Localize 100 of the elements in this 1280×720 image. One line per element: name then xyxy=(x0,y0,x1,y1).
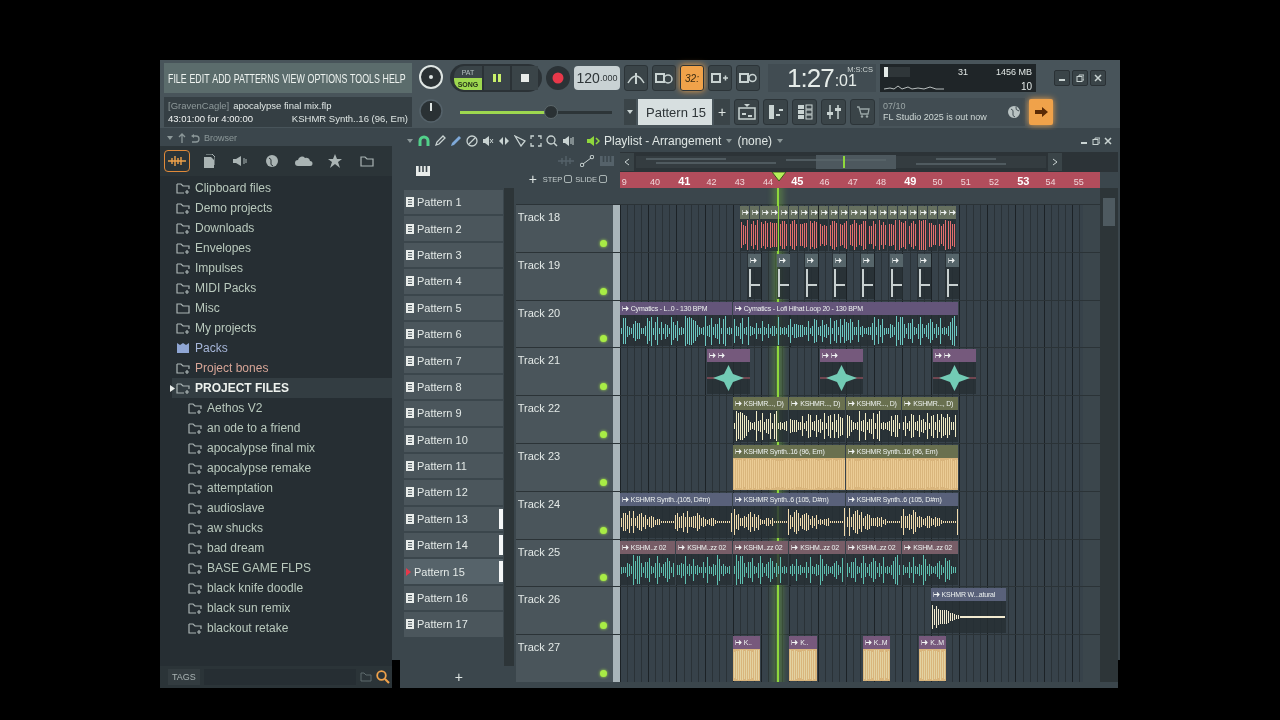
audio-clip[interactable] xyxy=(707,349,751,395)
caret-icon[interactable] xyxy=(406,138,414,144)
toggle-button[interactable] xyxy=(624,65,648,91)
menu-item[interactable]: FILE xyxy=(168,70,187,86)
next-button[interactable] xyxy=(1029,99,1053,125)
pattern-clip[interactable] xyxy=(907,206,917,251)
slider-thumb[interactable] xyxy=(544,105,559,119)
track-enable-button[interactable] xyxy=(599,478,607,486)
track-enable-button[interactable] xyxy=(599,383,607,391)
browser-item[interactable]: an ode to a friend xyxy=(172,418,392,438)
pattern-clip[interactable] xyxy=(898,206,907,251)
pattern-item[interactable]: Pattern 9 xyxy=(404,401,503,426)
automation-clip[interactable] xyxy=(861,253,875,299)
pattern-item[interactable]: Pattern 15 xyxy=(404,559,503,584)
stop-button[interactable] xyxy=(512,66,538,90)
record-button[interactable] xyxy=(546,66,570,90)
menu-item[interactable]: ADD xyxy=(212,70,231,86)
pattern-item[interactable]: Pattern 2 xyxy=(404,216,503,241)
pattern-clip[interactable] xyxy=(917,206,927,251)
pattern-clip[interactable] xyxy=(927,206,937,251)
expand-arrow-icon[interactable] xyxy=(170,385,175,392)
pattern-clip[interactable] xyxy=(779,206,789,251)
slice-icon[interactable] xyxy=(514,135,526,147)
pattern-item[interactable]: Pattern 1 xyxy=(404,190,503,215)
tempo-field[interactable]: 120.000 xyxy=(574,66,620,90)
track-header[interactable]: Track 26 xyxy=(515,587,613,635)
pattern-clip[interactable] xyxy=(818,206,828,251)
track-enable-button[interactable] xyxy=(599,526,607,534)
menu-item[interactable]: HELP xyxy=(382,70,406,86)
pattern-clip[interactable] xyxy=(858,206,868,251)
automation-clip[interactable] xyxy=(833,253,847,299)
add-pattern-button[interactable]: + xyxy=(714,99,730,125)
brush-icon[interactable] xyxy=(450,135,462,147)
pattern-item[interactable]: Pattern 17 xyxy=(404,612,503,637)
window-button[interactable] xyxy=(763,99,788,125)
automation-clip[interactable] xyxy=(748,253,762,299)
select-icon[interactable] xyxy=(530,135,542,147)
toggle-button[interactable]: 32: xyxy=(680,65,704,91)
pattern-item[interactable]: Pattern 4 xyxy=(404,269,503,294)
pattern-item[interactable]: Pattern 7 xyxy=(404,348,503,373)
speaker-icon[interactable] xyxy=(586,135,600,147)
browser-item[interactable]: Project bones xyxy=(172,358,392,378)
browser-item[interactable]: Aethos V2 xyxy=(172,398,392,418)
shop-button[interactable] xyxy=(850,99,875,125)
automation-clip[interactable] xyxy=(804,253,818,299)
pattern-clip[interactable] xyxy=(848,206,858,251)
track-header[interactable]: Track 24 xyxy=(515,491,613,539)
browser-item[interactable]: black sun remix xyxy=(172,598,392,618)
browser-item[interactable]: My projects xyxy=(172,318,392,338)
pattern-item[interactable]: Pattern 12 xyxy=(404,480,503,505)
track-header[interactable]: Track 20 xyxy=(515,300,613,348)
caret-icon[interactable] xyxy=(166,135,174,141)
browser-item[interactable]: Envelopes xyxy=(172,238,392,258)
slip-icon[interactable] xyxy=(498,135,510,147)
close-button[interactable] xyxy=(1090,70,1106,86)
browser-item[interactable]: Clipboard files xyxy=(172,178,392,198)
track-header[interactable]: Track 18 xyxy=(515,205,613,252)
browser-item[interactable]: black knife doodle xyxy=(172,578,392,598)
toggle-button[interactable] xyxy=(708,65,732,91)
pattern-item[interactable]: Pattern 10 xyxy=(404,427,503,452)
pattern-item[interactable]: Pattern 6 xyxy=(404,321,503,347)
toggle-button[interactable] xyxy=(652,65,676,91)
track-header[interactable]: Track 21 xyxy=(515,348,613,396)
pattern-clip[interactable] xyxy=(799,206,809,251)
add-pattern-button[interactable]: + xyxy=(404,665,514,688)
browser-item[interactable]: aw shucks xyxy=(172,518,392,538)
automation-clip[interactable] xyxy=(776,253,790,299)
pause-button[interactable] xyxy=(484,66,510,90)
pattern-clip[interactable] xyxy=(759,206,769,251)
window-button[interactable] xyxy=(821,99,846,125)
pattern-item[interactable]: Pattern 3 xyxy=(404,242,503,268)
track-enable-button[interactable] xyxy=(599,431,607,438)
pattern-clip[interactable] xyxy=(937,206,947,251)
track-enable-button[interactable] xyxy=(599,574,607,582)
news-headline[interactable]: FL Studio 2025 is out now xyxy=(883,112,987,123)
pattern-clip[interactable] xyxy=(838,206,848,251)
restore-button[interactable] xyxy=(1072,70,1088,86)
track-enable-button[interactable] xyxy=(599,239,607,247)
browser-item[interactable]: Impulses xyxy=(172,258,392,278)
magnet-icon[interactable] xyxy=(418,135,430,147)
pattern-item[interactable]: Pattern 16 xyxy=(404,585,503,611)
browser-item[interactable]: blackout retake xyxy=(172,618,392,638)
browser-item[interactable]: PROJECT FILES xyxy=(172,378,392,398)
pitch-knob[interactable] xyxy=(418,98,444,124)
browser-tab[interactable] xyxy=(164,150,190,172)
pattern-clip[interactable] xyxy=(868,206,878,251)
pattern-clip[interactable] xyxy=(789,206,799,251)
menu-item[interactable]: EDIT xyxy=(189,70,210,86)
browser-item[interactable]: apocalypse remake xyxy=(172,458,392,478)
window-button[interactable] xyxy=(792,99,817,125)
track-header[interactable]: Track 19 xyxy=(515,252,613,300)
scroll-left-button[interactable] xyxy=(619,153,634,171)
pattern-menu-button[interactable] xyxy=(624,99,636,125)
toggle-button[interactable] xyxy=(736,65,760,91)
pattern-item[interactable]: Pattern 5 xyxy=(404,295,503,320)
up-arrow-icon[interactable] xyxy=(178,133,186,143)
playback-icon[interactable] xyxy=(562,135,574,147)
browser-item[interactable]: MIDI Packs xyxy=(172,278,392,298)
caret-icon[interactable] xyxy=(776,138,785,144)
pattern-clip[interactable] xyxy=(769,206,779,251)
